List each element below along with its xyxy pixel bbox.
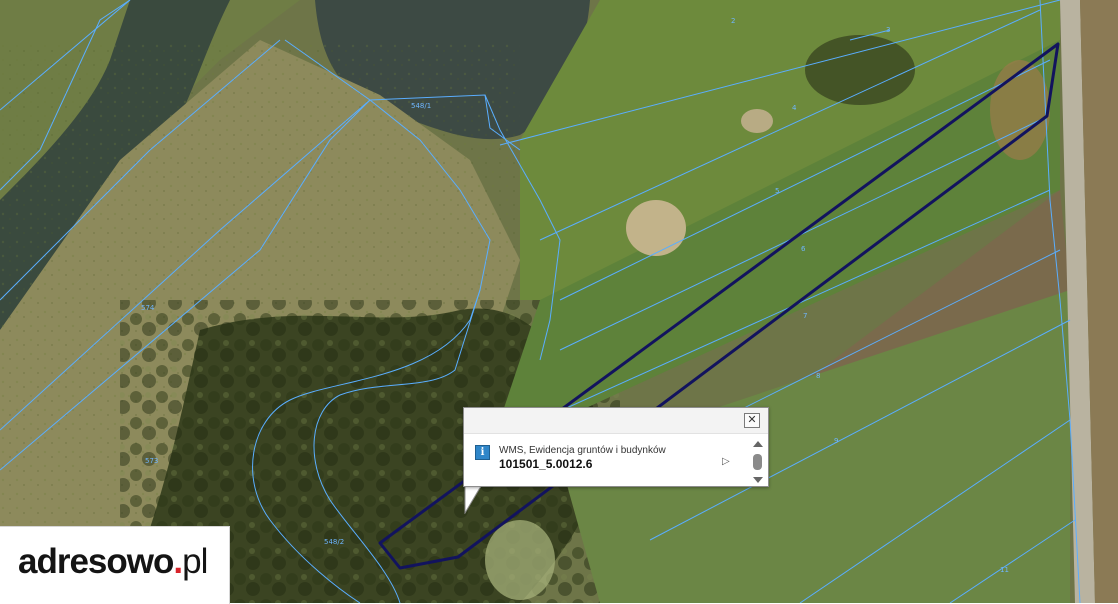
parcel-label: 4 <box>792 104 797 112</box>
parcel-label: 548/1 <box>411 102 431 110</box>
parcel-label: 9 <box>834 437 838 445</box>
logo-name: adresowo <box>18 542 174 581</box>
hay-mound <box>741 109 773 133</box>
adresowo-logo[interactable]: adresowo.pl <box>18 542 208 582</box>
parcel-id: 101501_5.0012.6 <box>499 457 593 471</box>
shrubs <box>805 35 915 105</box>
scroll-thumb[interactable] <box>753 454 762 470</box>
parcel-label: 11 <box>1000 566 1009 574</box>
popup-source-label: WMS, Ewidencja gruntów i budynków <box>499 445 666 456</box>
scroll-down-icon[interactable] <box>753 477 763 483</box>
close-icon[interactable]: ✕ <box>744 413 760 428</box>
parcel-label: 2 <box>731 17 735 25</box>
expand-arrow-icon[interactable]: ▷ <box>722 456 730 467</box>
info-icon: i <box>475 445 490 460</box>
info-popup: ✕ i WMS, Ewidencja gruntów i budynków 10… <box>463 407 769 487</box>
parcel-label: 574 <box>141 304 155 312</box>
parcel-label: 573 <box>145 457 158 465</box>
parcel-label: 7 <box>803 312 807 320</box>
popup-header: ✕ <box>464 408 768 434</box>
popup-tail <box>464 486 482 514</box>
popup-scrollbar[interactable] <box>750 438 766 486</box>
parcel-label: 8 <box>816 372 820 380</box>
parcel-label: 5 <box>775 187 779 195</box>
logo-dot: . <box>173 542 183 581</box>
hay-mound <box>626 200 686 256</box>
shrubs <box>485 520 555 600</box>
aerial-map[interactable]: 2 3 4 5 6 7 8 9 548/1 548/2 573 574 11 <box>0 0 1118 603</box>
parcel-label: 548/2 <box>324 538 344 546</box>
popup-content: i WMS, Ewidencja gruntów i budynków 1015… <box>464 434 748 486</box>
scroll-up-icon[interactable] <box>753 441 763 447</box>
parcel-label: 6 <box>801 245 806 253</box>
parcel-label: 3 <box>886 26 890 34</box>
logo-tld: pl <box>182 542 208 581</box>
logo-box: adresowo.pl <box>0 526 230 604</box>
